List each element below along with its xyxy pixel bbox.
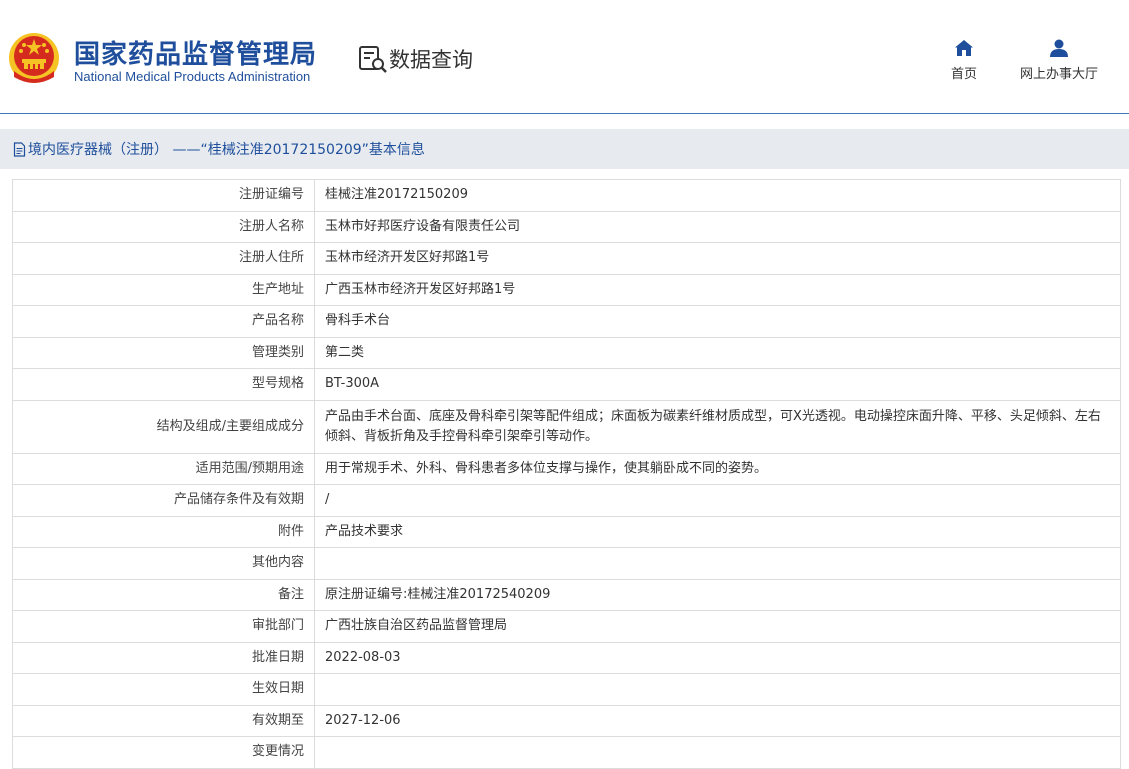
table-row: 备注 原注册证编号:桂械注准20172540209 <box>12 578 1121 611</box>
field-value: 产品由手术台面、底座及骨科牵引架等配件组成；床面板为碳素纤维材质成型，可X光透视… <box>314 399 1121 454</box>
field-value: 广西玉林市经济开发区好邦路1号 <box>314 273 1121 306</box>
table-row: 产品储存条件及有效期 / <box>12 484 1121 517</box>
field-value: 产品技术要求 <box>314 515 1121 548</box>
data-query-label: 数据查询 <box>389 48 473 72</box>
table-row: 有效期至 2027-12-06 <box>12 704 1121 737</box>
table-row: 管理类别 第二类 <box>12 336 1121 369</box>
table-row: 适用范围/预期用途 用于常规手术、外科、骨科患者多体位支撑与操作，使其躺卧成不同… <box>12 452 1121 485</box>
field-label: 批准日期 <box>12 641 315 674</box>
field-label: 生产地址 <box>12 273 315 306</box>
table-row: 生产地址 广西玉林市经济开发区好邦路1号 <box>12 273 1121 306</box>
field-label: 备注 <box>12 578 315 611</box>
field-label: 管理类别 <box>12 336 315 369</box>
national-emblem-icon <box>9 33 59 83</box>
nav-home[interactable]: 首页 <box>944 38 984 82</box>
field-value: 原注册证编号:桂械注准20172540209 <box>314 578 1121 611</box>
record-title-bar: 境内医疗器械（注册） ——“桂械注准20172150209”基本信息 <box>0 129 1129 169</box>
field-value: 广西壮族自治区药品监督管理局 <box>314 610 1121 643</box>
org-name-cn: 国家药品监督管理局 <box>74 40 318 70</box>
table-row: 注册人住所 玉林市经济开发区好邦路1号 <box>12 242 1121 275</box>
search-document-icon <box>359 46 387 73</box>
table-row: 产品名称 骨科手术台 <box>12 305 1121 338</box>
field-label: 产品名称 <box>12 305 315 338</box>
field-label: 变更情况 <box>12 736 315 769</box>
home-icon <box>955 40 973 56</box>
field-label: 注册证编号 <box>12 179 315 212</box>
table-row: 结构及组成/主要组成成分 产品由手术台面、底座及骨科牵引架等配件组成；床面板为碳… <box>12 399 1121 454</box>
table-row: 变更情况 <box>12 736 1121 769</box>
field-value: 玉林市经济开发区好邦路1号 <box>314 242 1121 275</box>
table-row: 附件 产品技术要求 <box>12 515 1121 548</box>
nav-home-label: 首页 <box>950 67 977 82</box>
field-value <box>314 547 1121 580</box>
nav-online-hall[interactable]: 网上办事大厅 <box>1012 38 1106 82</box>
table-row: 批准日期 2022-08-03 <box>12 641 1121 674</box>
field-label: 有效期至 <box>12 704 315 737</box>
field-label: 其他内容 <box>12 547 315 580</box>
table-row: 型号规格 BT-300A <box>12 368 1121 401</box>
field-value: 用于常规手术、外科、骨科患者多体位支撑与操作，使其躺卧成不同的姿势。 <box>314 452 1121 485</box>
field-label: 审批部门 <box>12 610 315 643</box>
field-value: 2027-12-06 <box>314 704 1121 737</box>
field-label: 注册人名称 <box>12 210 315 243</box>
field-value: 骨科手术台 <box>314 305 1121 338</box>
site-header: 国家药品监督管理局 National Medical Products Admi… <box>0 0 1129 114</box>
data-query-section: 数据查询 <box>358 44 473 74</box>
field-value: 第二类 <box>314 336 1121 369</box>
org-name-en: National Medical Products Administration <box>74 69 311 84</box>
field-value: 桂械注准20172150209 <box>314 179 1121 212</box>
field-label: 适用范围/预期用途 <box>12 452 315 485</box>
record-title: 境内医疗器械（注册） ——“桂械注准20172150209”基本信息 <box>28 142 425 158</box>
field-value: 2022-08-03 <box>314 641 1121 674</box>
field-value: 玉林市好邦医疗设备有限责任公司 <box>314 210 1121 243</box>
document-icon <box>13 141 26 157</box>
field-value: / <box>314 484 1121 517</box>
nav-online-hall-label: 网上办事大厅 <box>1019 67 1098 82</box>
table-row: 生效日期 <box>12 673 1121 706</box>
table-row: 注册人名称 玉林市好邦医疗设备有限责任公司 <box>12 210 1121 243</box>
table-row: 审批部门 广西壮族自治区药品监督管理局 <box>12 610 1121 643</box>
field-value <box>314 736 1121 769</box>
field-label: 附件 <box>12 515 315 548</box>
field-label: 结构及组成/主要组成成分 <box>12 399 315 454</box>
field-value: BT-300A <box>314 368 1121 401</box>
table-row: 注册证编号 桂械注准20172150209 <box>12 179 1121 212</box>
field-value <box>314 673 1121 706</box>
field-label: 型号规格 <box>12 368 315 401</box>
device-info-table: 注册证编号 桂械注准20172150209 注册人名称 玉林市好邦医疗设备有限责… <box>12 179 1121 769</box>
table-row: 其他内容 <box>12 547 1121 580</box>
field-label: 产品储存条件及有效期 <box>12 484 315 517</box>
user-icon <box>1050 39 1068 57</box>
field-label: 生效日期 <box>12 673 315 706</box>
field-label: 注册人住所 <box>12 242 315 275</box>
